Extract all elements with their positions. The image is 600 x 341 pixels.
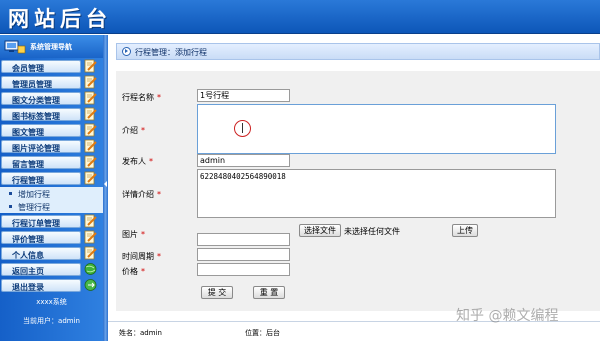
sidebar-item-label: 个人信息 <box>12 251 44 260</box>
required-mark: * <box>141 230 145 239</box>
detail-label: 详情介绍 * <box>122 190 161 199</box>
sidebar-subitem-manage-trips[interactable]: 管理行程 <box>0 200 103 213</box>
sidebar-item-trips[interactable]: 行程管理 <box>0 171 103 186</box>
computer-icon <box>4 40 26 54</box>
sidebar-item-category[interactable]: 图文分类管理 <box>0 91 103 106</box>
breadcrumb: 行程管理：添加行程 <box>116 43 600 60</box>
document-pencil-icon <box>84 59 97 73</box>
green-globe-icon <box>84 263 97 275</box>
watermark: 知乎 @赖文编程 <box>456 308 559 324</box>
sidebar-item-label: 会员管理 <box>12 64 44 73</box>
sidebar-item-comments[interactable]: 图片评论管理 <box>0 139 103 154</box>
sidebar-item-label: 图书标签管理 <box>12 112 60 121</box>
intro-label: 介绍 * <box>122 126 145 135</box>
sidebar-item-messages[interactable]: 留言管理 <box>0 155 103 170</box>
sidebar-item-label: 管理员管理 <box>12 80 52 89</box>
required-mark: * <box>157 190 161 199</box>
system-name: xxxx系统 <box>36 298 67 306</box>
image-label: 图片 * <box>122 230 145 239</box>
sidebar-header: 系统管理导航 <box>0 35 103 58</box>
sidebar-item-articles[interactable]: 图文管理 <box>0 123 103 138</box>
bullet-icon <box>9 192 12 195</box>
sidebar-item-return-home[interactable]: 返回主页 <box>0 262 103 277</box>
text-cursor-icon <box>234 120 251 137</box>
document-pencil-icon <box>84 246 97 260</box>
publisher-label: 发布人 * <box>122 157 153 166</box>
publisher-input[interactable] <box>197 154 290 167</box>
top-banner: 网站后台 <box>0 0 600 34</box>
sidebar-item-label: 评价管理 <box>12 235 44 244</box>
period-label: 时间周期 * <box>122 252 161 261</box>
sidebar-item-label: 行程管理 <box>12 176 44 185</box>
sidebar-item-label: 退出登录 <box>12 283 44 292</box>
document-pencil-icon <box>84 230 97 244</box>
arrow-circle-icon <box>122 47 131 56</box>
sidebar-subitem-label: 增加行程 <box>18 190 50 199</box>
footer-location: 位置：后台 <box>245 329 280 337</box>
document-pencil-icon <box>84 139 97 153</box>
required-mark: * <box>157 93 161 102</box>
site-title: 网站后台 <box>8 6 112 31</box>
sidebar-title: 系统管理导航 <box>30 43 72 51</box>
trip-name-input[interactable] <box>197 89 290 102</box>
sidebar-subitem-add-trip[interactable]: 增加行程 <box>0 187 103 200</box>
sidebar-item-label: 留言管理 <box>12 160 44 169</box>
required-mark: * <box>141 267 145 276</box>
price-label: 价格 * <box>122 267 145 276</box>
sidebar-item-logout[interactable]: 退出登录 <box>0 278 103 293</box>
name-label: 行程名称 * <box>122 93 161 102</box>
sidebar-item-label: 图文管理 <box>12 128 44 137</box>
sidebar-item-label: 行程订单管理 <box>12 219 60 228</box>
sidebar-item-label: 图片评论管理 <box>12 144 60 153</box>
reset-button[interactable]: 重 置 <box>253 286 285 299</box>
document-pencil-icon <box>84 214 97 228</box>
sidebar-item-profile[interactable]: 个人信息 <box>0 246 103 261</box>
sidebar-item-label: 返回主页 <box>12 267 44 276</box>
current-user: 当前用户：admin <box>23 317 80 325</box>
sidebar-item-trip-orders[interactable]: 行程订单管理 <box>0 214 103 229</box>
choose-file-button[interactable]: 选择文件 <box>299 224 341 237</box>
period-input[interactable] <box>197 248 290 261</box>
price-input[interactable] <box>197 263 290 276</box>
sidebar-item-admin[interactable]: 管理员管理 <box>0 75 103 90</box>
no-file-text: 未选择任何文件 <box>344 227 400 236</box>
upload-button[interactable]: 上传 <box>452 224 478 237</box>
green-exit-icon <box>84 279 97 291</box>
sidebar-item-label: 图文分类管理 <box>12 96 60 105</box>
breadcrumb-text: 行程管理：添加行程 <box>135 48 207 57</box>
required-mark: * <box>157 252 161 261</box>
document-pencil-icon <box>84 91 97 105</box>
sidebar-item-member[interactable]: 会员管理 <box>0 59 103 74</box>
footer-user-name: 姓名：admin <box>119 329 162 337</box>
bullet-icon <box>9 205 12 208</box>
document-pencil-icon <box>84 171 97 185</box>
collapse-arrow-icon[interactable] <box>104 181 107 187</box>
document-pencil-icon <box>84 155 97 169</box>
submit-button[interactable]: 提 交 <box>201 286 233 299</box>
document-pencil-icon <box>84 123 97 137</box>
required-mark: * <box>141 126 145 135</box>
sidebar-item-tags[interactable]: 图书标签管理 <box>0 107 103 122</box>
required-mark: * <box>149 157 153 166</box>
document-pencil-icon <box>84 107 97 121</box>
detail-textarea[interactable]: 6228480402564890018 <box>197 169 556 218</box>
sidebar-subitem-label: 管理行程 <box>18 203 50 212</box>
image-path-input[interactable] <box>197 233 290 246</box>
sidebar-item-reviews[interactable]: 评价管理 <box>0 230 103 245</box>
document-pencil-icon <box>84 75 97 89</box>
sidebar: 系统管理导航 会员管理 管理员管理 图文分类管理 图书标签管理 图文管理 图片评… <box>0 35 103 341</box>
